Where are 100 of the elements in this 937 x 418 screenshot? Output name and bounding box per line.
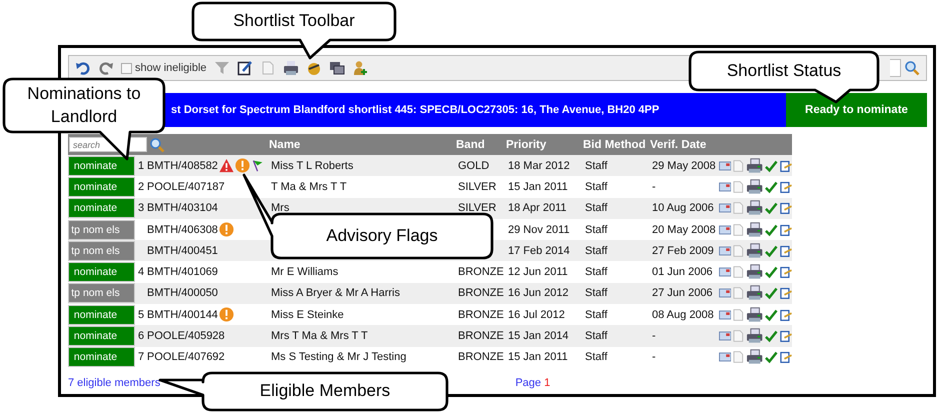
tick-icon[interactable] <box>765 350 778 364</box>
bid-method-cell: Staff <box>585 287 608 300</box>
printer-icon[interactable] <box>746 200 764 216</box>
nominate-button[interactable]: nominate <box>68 347 135 368</box>
date-cell: - <box>652 330 656 342</box>
edit-icon[interactable] <box>780 222 792 237</box>
edit-icon[interactable] <box>236 60 253 76</box>
tick-icon[interactable] <box>765 308 778 322</box>
printer-icon[interactable] <box>746 306 764 323</box>
bid-method-cell: Staff <box>585 266 608 278</box>
reference-cell: POOLE/407692 <box>147 351 225 364</box>
flag-icon <box>250 158 264 174</box>
nominate-button[interactable]: nominate <box>68 176 135 197</box>
column-header[interactable]: Bid Method <box>583 138 650 150</box>
printer-icon[interactable] <box>746 264 764 280</box>
column-header[interactable]: Priority <box>506 138 583 150</box>
envelope-icon[interactable] <box>719 267 732 278</box>
reference-cell: BMTH/406308 <box>147 224 218 236</box>
printer-icon[interactable] <box>746 328 764 344</box>
date-cell: 10 Aug 2006 <box>652 202 714 214</box>
envelope-icon[interactable] <box>719 310 732 320</box>
envelope-icon[interactable] <box>719 182 732 192</box>
tick-icon[interactable] <box>765 158 778 173</box>
printer-icon[interactable] <box>746 285 764 302</box>
envelope-icon[interactable] <box>719 352 732 362</box>
envelope-icon[interactable] <box>719 288 732 298</box>
date-cell: 20 May 2008 <box>652 224 716 236</box>
page-number[interactable]: 1 <box>544 376 550 389</box>
nominate-button[interactable]: nominate <box>68 262 135 282</box>
printer-icon[interactable] <box>746 222 764 238</box>
column-header[interactable]: Name <box>269 138 456 150</box>
name-cell: Miss T L Roberts <box>271 160 354 172</box>
tick-icon[interactable] <box>765 286 778 300</box>
priority-cell: 16 Jul 2012 <box>508 308 565 321</box>
search-icon[interactable] <box>904 60 920 76</box>
callout-label: Shortlist Toolbar <box>233 10 355 32</box>
tick-icon[interactable] <box>765 244 778 258</box>
nominate-button[interactable]: nominate <box>68 156 135 176</box>
envelope-icon[interactable] <box>719 246 732 256</box>
date-cell: 27 Feb 2009 <box>652 244 714 257</box>
column-header[interactable]: Verif. Date <box>650 138 717 150</box>
date-cell: 27 Jun 2006 <box>652 287 713 300</box>
search-field[interactable] <box>890 59 901 77</box>
nominate-button[interactable]: nominate <box>68 304 135 325</box>
priority-cell: 15 Jan 2011 <box>508 180 568 193</box>
tick-icon[interactable] <box>765 180 778 194</box>
edit-icon[interactable] <box>780 158 792 173</box>
priority-cell: 12 Jun 2011 <box>508 266 568 278</box>
bid-method-cell: Staff <box>585 308 608 321</box>
printer-icon[interactable] <box>746 349 764 366</box>
edit-icon[interactable] <box>780 265 792 280</box>
tick-icon[interactable] <box>765 222 778 237</box>
callout-label: Eligible Members <box>260 380 390 402</box>
eligible-members-link[interactable]: 7 eligible members <box>68 376 160 389</box>
priority-cell: 17 Feb 2014 <box>508 244 570 257</box>
edit-icon[interactable] <box>780 308 792 322</box>
envelope-icon[interactable] <box>719 331 732 342</box>
globe-icon[interactable] <box>306 60 322 76</box>
reference-cell: BMTH/408582 <box>147 160 218 172</box>
search-icon[interactable] <box>149 136 165 152</box>
priority-cell: 15 Jan 2011 <box>508 351 568 364</box>
band-cell: SILVER <box>458 180 496 193</box>
tick-icon[interactable] <box>765 265 778 280</box>
redo-icon[interactable] <box>98 60 114 76</box>
windows-icon[interactable] <box>328 60 345 76</box>
envelope-icon[interactable] <box>719 203 732 214</box>
envelope-icon[interactable] <box>719 160 732 171</box>
nominate-button[interactable]: nominate <box>68 198 135 218</box>
name-cell: Ms S Testing & Mr J Testing <box>271 351 406 364</box>
bid-method-cell: Staff <box>585 202 608 214</box>
printer-icon[interactable] <box>746 178 764 195</box>
nominate-button[interactable]: nominate <box>68 326 135 346</box>
rank-number: 7 <box>138 351 144 364</box>
add-person-icon[interactable] <box>352 60 368 76</box>
edit-icon[interactable] <box>780 201 792 216</box>
tick-icon[interactable] <box>765 201 778 216</box>
edit-icon[interactable] <box>780 350 792 364</box>
column-header[interactable]: Band <box>456 138 506 150</box>
nominate-button[interactable]: tp nom els <box>68 240 135 261</box>
checkbox-label: show ineligible <box>135 62 207 74</box>
printer-icon[interactable] <box>746 158 764 174</box>
band-cell: BRONZE <box>458 330 504 342</box>
checkbox[interactable] <box>121 62 132 74</box>
edit-icon[interactable] <box>780 180 792 194</box>
band-cell: BRONZE <box>458 266 504 278</box>
tick-icon[interactable] <box>765 329 778 344</box>
edit-icon[interactable] <box>780 244 792 258</box>
edit-icon[interactable] <box>780 329 792 344</box>
edit-icon[interactable] <box>780 286 792 300</box>
nominate-button[interactable]: tp nom els <box>68 283 135 304</box>
reference-cell: POOLE/407187 <box>147 180 225 193</box>
undo-icon[interactable] <box>75 60 91 76</box>
printer-icon[interactable] <box>746 242 764 259</box>
nominate-button[interactable]: tp nom els <box>68 220 135 240</box>
date-cell: 08 Aug 2008 <box>652 308 714 321</box>
envelope-icon[interactable] <box>719 224 732 235</box>
bid-method-cell: Staff <box>585 330 608 342</box>
priority-cell: 18 Mar 2012 <box>508 160 570 172</box>
printer-icon[interactable] <box>282 60 299 76</box>
band-cell: BRONZE <box>458 351 504 364</box>
